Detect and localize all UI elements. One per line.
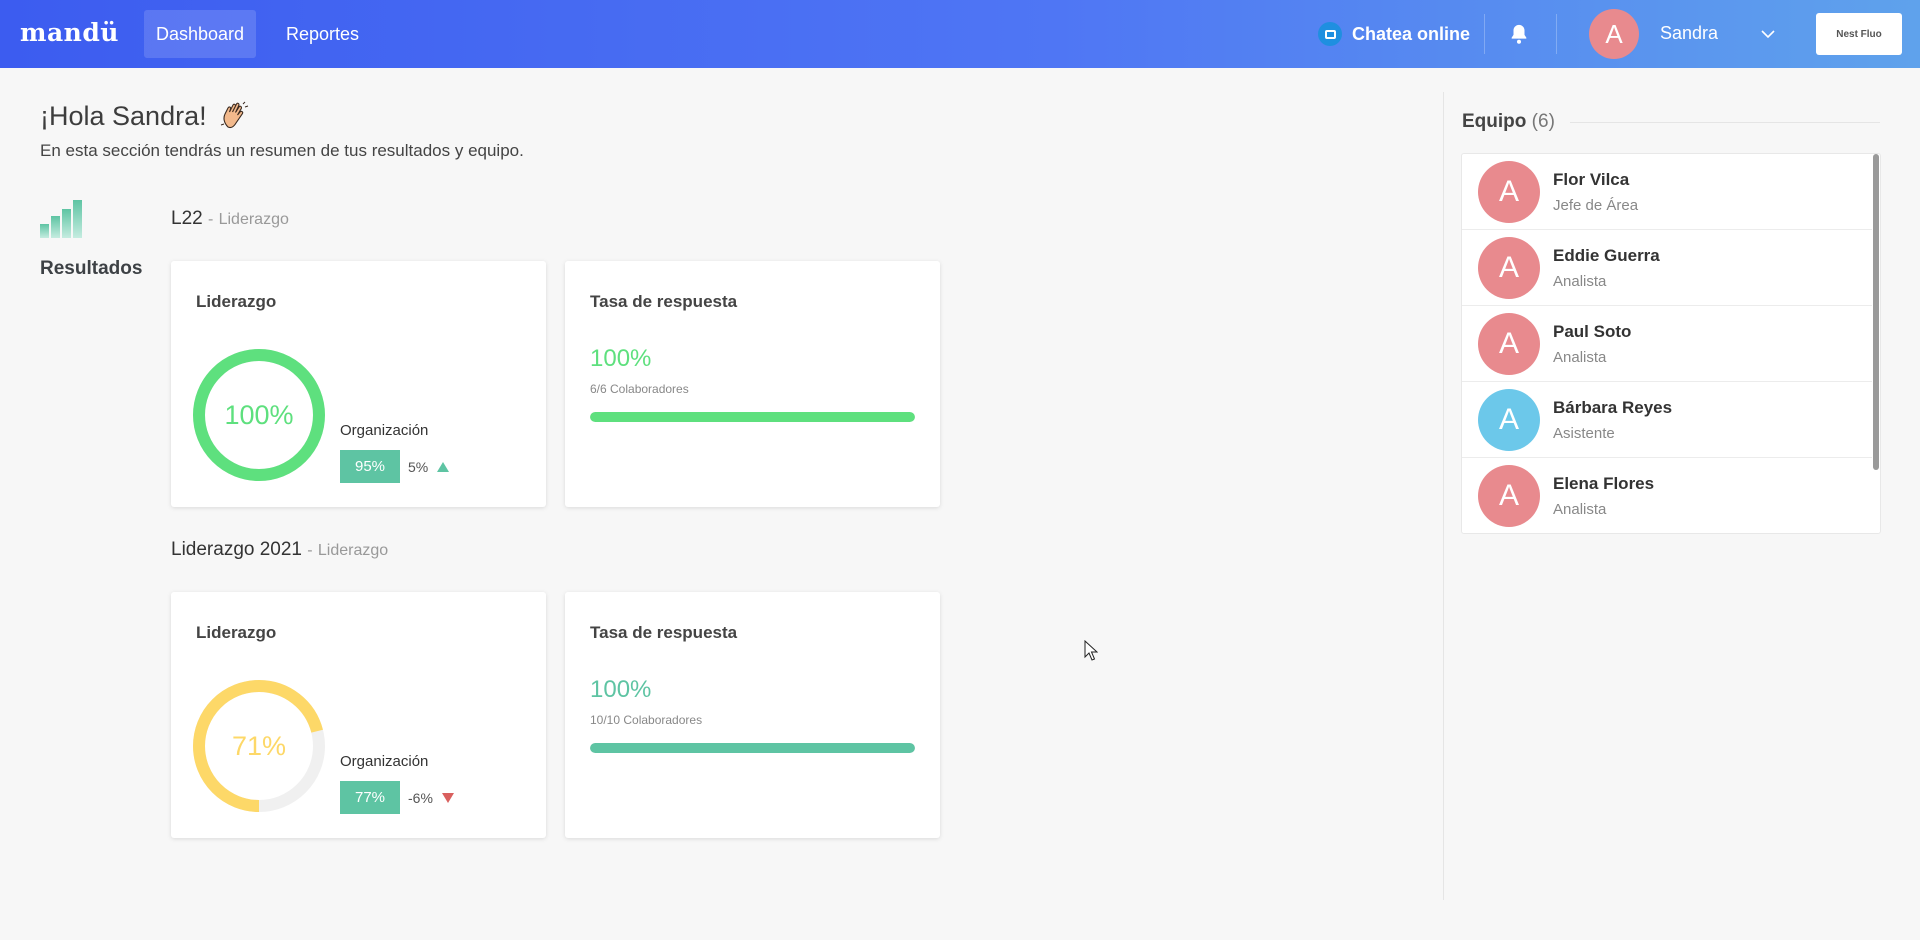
response-rate-detail: 10/10 Colaboradores [590, 713, 703, 727]
page-subtitle: En esta sección tendrás un resumen de tu… [40, 141, 524, 160]
team-member-item[interactable]: A Flor Vilca Jefe de Área [1462, 154, 1872, 230]
organization-diff: -6% [408, 790, 454, 806]
survey-name: Liderazgo 2021 [171, 539, 302, 560]
divider [1570, 122, 1880, 123]
top-navbar: mandü Dashboard Reportes Chatea online A… [0, 0, 1920, 68]
chat-online-button[interactable]: Chatea online [1318, 22, 1470, 46]
survey-name: L22 [171, 208, 203, 229]
response-rate-card: Tasa de respuesta 100% 6/6 Colaboradores [565, 261, 940, 507]
organization-diff: 5% [408, 459, 450, 475]
user-name[interactable]: Sandra [1660, 23, 1718, 44]
chevron-down-icon[interactable] [1760, 26, 1776, 42]
avatar: A [1478, 389, 1540, 451]
results-label: Resultados [40, 258, 143, 279]
card-title: Liderazgo [196, 292, 277, 311]
team-member-item[interactable]: A Eddie Guerra Analista [1462, 230, 1872, 306]
member-name: Bárbara Reyes [1553, 398, 1673, 417]
survey-title: L22 - Liderazgo [171, 208, 289, 230]
avatar: A [1478, 237, 1540, 299]
organization-score-badge: 95% [340, 450, 400, 483]
greeting-text: ¡Hola Sandra! [40, 100, 207, 131]
member-name: Flor Vilca [1553, 170, 1630, 189]
chat-online-label: Chatea online [1352, 23, 1471, 44]
team-list-scrollbar[interactable] [1873, 154, 1879, 470]
mouse-cursor-icon [1084, 640, 1098, 661]
member-name: Elena Flores [1553, 474, 1655, 493]
response-rate-value: 100% [590, 345, 652, 372]
organization-score-badge: 77% [340, 781, 400, 814]
member-role: Jefe de Área [1553, 197, 1639, 214]
leadership-card: Liderazgo 100% Organización 95% 5% [171, 261, 546, 507]
card-title: Tasa de respuesta [590, 623, 738, 642]
company-brand-button[interactable]: Nest Fluo [1816, 13, 1902, 55]
leadership-score: 71% [231, 730, 287, 761]
bell-icon[interactable] [1508, 22, 1530, 46]
survey-separator: - [307, 542, 313, 559]
member-role: Analista [1553, 349, 1607, 366]
avatar: A [1478, 313, 1540, 375]
response-progress-fill [590, 412, 915, 422]
nav-reportes[interactable]: Reportes [274, 10, 371, 58]
team-count: (6) [1531, 111, 1555, 132]
member-role: Analista [1553, 273, 1607, 290]
trend-up-icon [437, 462, 450, 472]
divider [1556, 14, 1557, 54]
user-avatar[interactable]: A [1589, 9, 1639, 59]
logo[interactable]: mandü [20, 18, 119, 47]
response-progress-bar [590, 743, 915, 753]
member-role: Analista [1553, 501, 1607, 518]
panel-divider [1443, 92, 1444, 900]
response-rate-card: Tasa de respuesta 100% 10/10 Colaborador… [565, 592, 940, 838]
member-name: Eddie Guerra [1553, 246, 1660, 265]
member-name: Paul Soto [1553, 322, 1632, 341]
survey-title: Liderazgo 2021 - Liderazgo [171, 539, 388, 561]
leadership-score: 100% [224, 399, 294, 430]
team-member-item[interactable]: A Elena Flores Analista [1462, 458, 1872, 533]
bar-chart-icon [40, 200, 82, 238]
response-rate-value: 100% [590, 676, 652, 703]
card-title: Liderazgo [196, 623, 277, 642]
nav-dashboard[interactable]: Dashboard [144, 10, 257, 58]
member-role: Asistente [1553, 425, 1615, 442]
team-list[interactable]: A Flor Vilca Jefe de Área A Eddie Guerra… [1461, 153, 1881, 534]
organization-label: Organización [340, 422, 429, 439]
team-member-item[interactable]: A Bárbara Reyes Asistente [1462, 382, 1872, 458]
survey-separator: - [207, 211, 214, 228]
chat-bubble-icon [1318, 22, 1342, 46]
diff-value: -6% [408, 790, 433, 806]
organization-label: Organización [340, 753, 429, 770]
card-title: Tasa de respuesta [590, 292, 738, 311]
team-member-item[interactable]: A Paul Soto Analista [1462, 306, 1872, 382]
leadership-card: Liderazgo 71% Organización 77% -6% [171, 592, 546, 838]
response-progress-fill [590, 743, 915, 753]
waving-hand-icon [220, 101, 248, 129]
response-progress-bar [590, 412, 915, 422]
survey-category: Liderazgo [218, 211, 289, 228]
avatar: A [1478, 161, 1540, 223]
avatar: A [1478, 465, 1540, 527]
diff-value: 5% [408, 459, 429, 475]
team-title: Equipo (6) [1462, 111, 1555, 133]
divider [1484, 14, 1485, 54]
trend-down-icon [441, 793, 454, 803]
response-rate-detail: 6/6 Colaboradores [590, 382, 689, 396]
team-title-text: Equipo [1462, 111, 1527, 132]
survey-category: Liderazgo [317, 542, 389, 559]
page-title: ¡Hola Sandra! [40, 100, 251, 132]
